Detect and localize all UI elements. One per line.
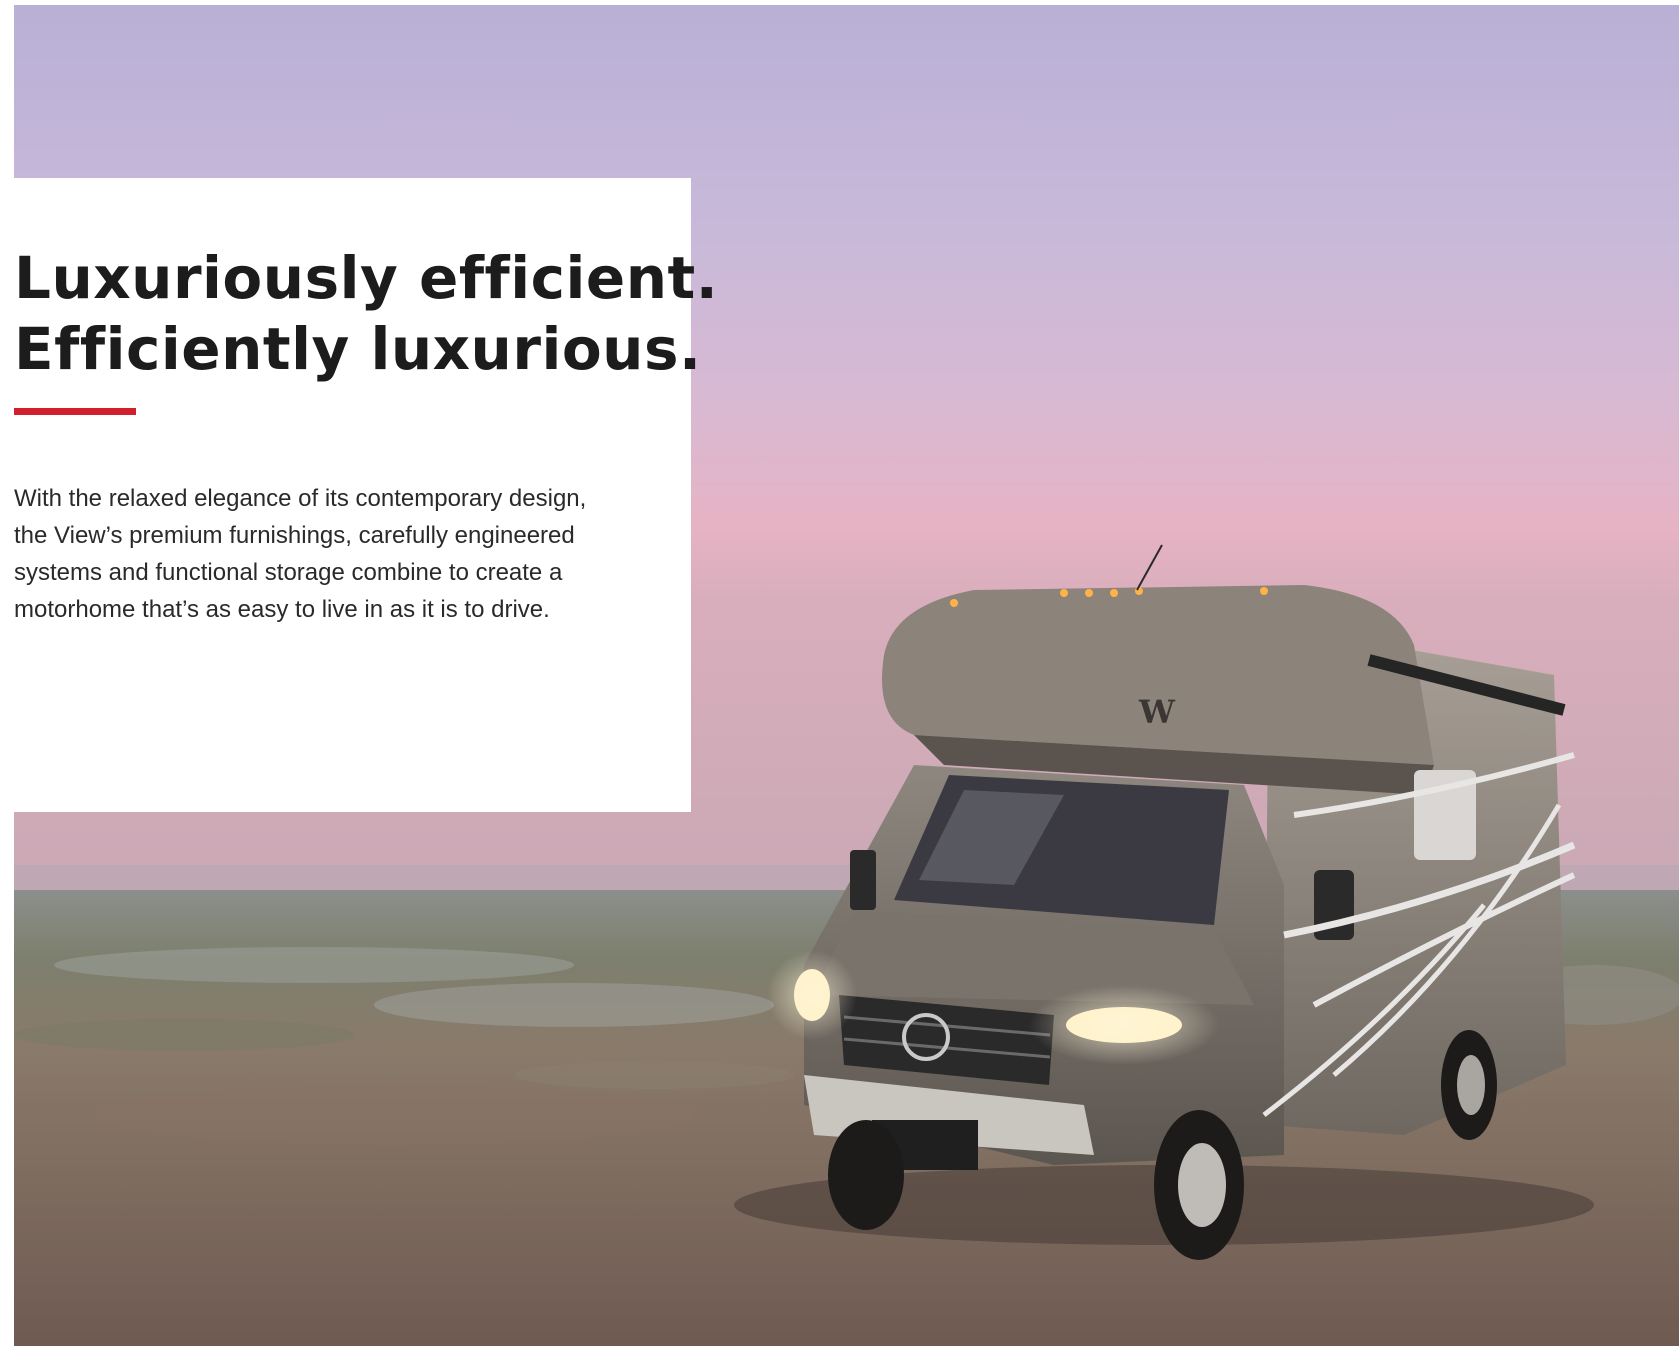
intro-text-panel: Luxuriously efficient. Efficiently luxur… — [14, 178, 718, 812]
accent-rule — [14, 408, 136, 415]
body-line-1: With the relaxed elegance of its contemp… — [14, 485, 587, 512]
body-paragraph: With the relaxed elegance of its contemp… — [14, 480, 654, 628]
headline-line-1: Luxuriously efficient. — [14, 244, 719, 312]
brand-badge: W — [1138, 693, 1176, 731]
headline-line-2: Efficiently luxurious. — [14, 315, 702, 383]
body-line-4: motorhome that’s as easy to live in as i… — [14, 596, 550, 623]
headline: Luxuriously efficient. Efficiently luxur… — [14, 243, 718, 385]
body-line-3: systems and functional storage combine t… — [14, 559, 563, 586]
body-line-2: the View’s premium furnishings, carefull… — [14, 522, 575, 549]
brochure-page: W Luxuriously efficient. Efficiently lux… — [0, 0, 1679, 1346]
